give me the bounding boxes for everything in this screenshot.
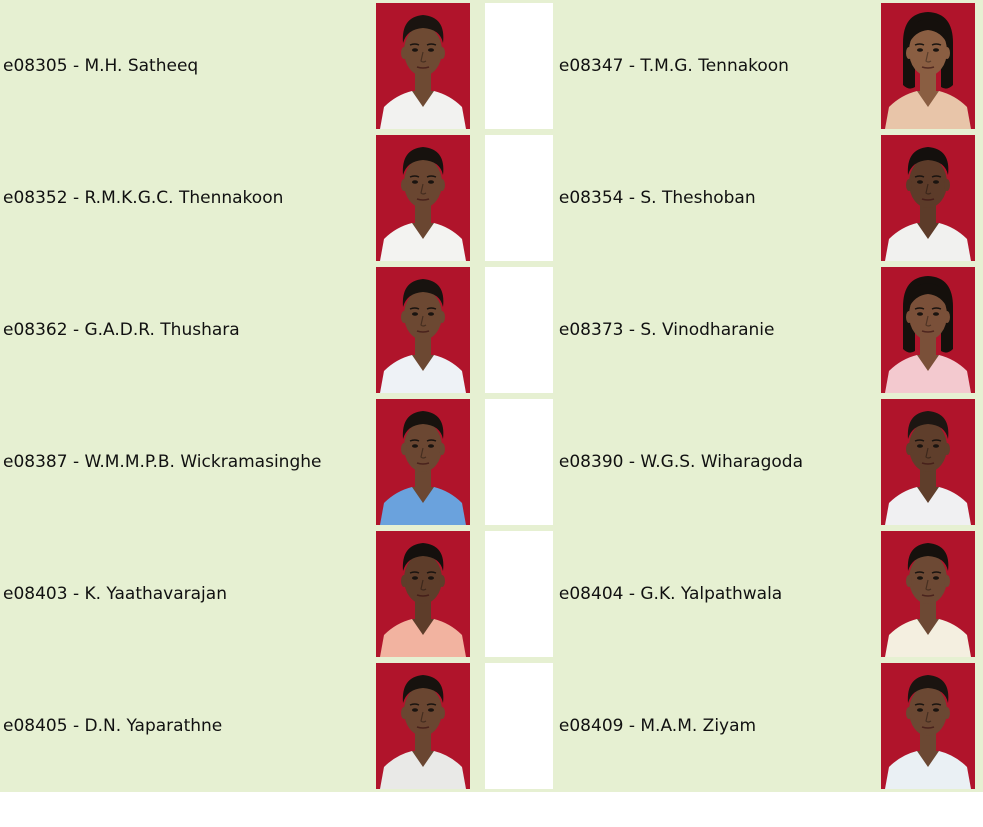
table-row: e08403 - K. Yaathavarajan e08404 - G.K. Y… bbox=[0, 528, 983, 660]
student-name: e08403 - K. Yaathavarajan bbox=[3, 584, 227, 604]
student-name: e08362 - G.A.D.R. Thushara bbox=[3, 320, 240, 340]
student-photo bbox=[375, 135, 470, 261]
spacer-cell bbox=[481, 132, 556, 264]
student-photo bbox=[881, 267, 976, 393]
student-name-cell: e08352 - R.M.K.G.C. Thennakoon bbox=[0, 132, 364, 264]
student-photo bbox=[881, 663, 976, 789]
student-photo-cell bbox=[363, 0, 482, 132]
student-name: e08354 - S. Theshoban bbox=[558, 188, 756, 208]
student-photo bbox=[881, 399, 976, 525]
student-photo bbox=[375, 531, 470, 657]
student-roster-table: e08305 - M.H. Satheeq e08347 - T.M.G. Ten… bbox=[0, 0, 983, 792]
student-name: e08373 - S. Vinodharanie bbox=[558, 320, 775, 340]
student-name: e08390 - W.G.S. Wiharagoda bbox=[558, 452, 803, 472]
student-photo bbox=[375, 399, 470, 525]
student-photo-cell bbox=[873, 0, 983, 132]
student-name-cell: e08405 - D.N. Yaparathne bbox=[0, 660, 364, 792]
student-photo bbox=[881, 531, 976, 657]
student-name-cell: e08362 - G.A.D.R. Thushara bbox=[0, 264, 364, 396]
student-name-cell: e08404 - G.K. Yalpathwala bbox=[555, 528, 874, 660]
roster-body: e08305 - M.H. Satheeq e08347 - T.M.G. Ten… bbox=[0, 0, 983, 792]
student-name-cell: e08305 - M.H. Satheeq bbox=[0, 0, 364, 132]
student-name-cell: e08390 - W.G.S. Wiharagoda bbox=[555, 396, 874, 528]
table-row: e08362 - G.A.D.R. Thushara e08373 - S. Vi… bbox=[0, 264, 983, 396]
student-name-cell: e08403 - K. Yaathavarajan bbox=[0, 528, 364, 660]
student-name-cell: e08409 - M.A.M. Ziyam bbox=[555, 660, 874, 792]
student-photo-cell bbox=[873, 264, 983, 396]
student-photo bbox=[375, 3, 470, 129]
student-name: e08387 - W.M.M.P.B. Wickramasinghe bbox=[3, 452, 322, 472]
spacer-cell bbox=[481, 264, 556, 396]
student-photo-cell bbox=[873, 528, 983, 660]
student-photo-cell bbox=[363, 132, 482, 264]
student-photo bbox=[375, 663, 470, 789]
student-name: e08305 - M.H. Satheeq bbox=[3, 56, 199, 76]
student-name: e08352 - R.M.K.G.C. Thennakoon bbox=[3, 188, 284, 208]
spacer-cell bbox=[481, 528, 556, 660]
student-photo-cell bbox=[873, 132, 983, 264]
spacer-cell bbox=[481, 396, 556, 528]
student-photo bbox=[881, 3, 976, 129]
table-row: e08387 - W.M.M.P.B. Wickramasinghe e08390… bbox=[0, 396, 983, 528]
student-name-cell: e08347 - T.M.G. Tennakoon bbox=[555, 0, 874, 132]
student-name: e08404 - G.K. Yalpathwala bbox=[558, 584, 783, 604]
student-photo bbox=[881, 135, 976, 261]
student-photo-cell bbox=[363, 396, 482, 528]
student-photo-cell bbox=[363, 660, 482, 792]
table-row: e08305 - M.H. Satheeq e08347 - T.M.G. Ten… bbox=[0, 0, 983, 132]
spacer-cell bbox=[481, 660, 556, 792]
student-name: e08409 - M.A.M. Ziyam bbox=[558, 716, 757, 736]
student-photo bbox=[375, 267, 470, 393]
student-name-cell: e08387 - W.M.M.P.B. Wickramasinghe bbox=[0, 396, 364, 528]
table-row: e08405 - D.N. Yaparathne e08409 - M.A.M. … bbox=[0, 660, 983, 792]
student-photo-cell bbox=[363, 528, 482, 660]
student-photo-cell bbox=[873, 396, 983, 528]
student-name-cell: e08373 - S. Vinodharanie bbox=[555, 264, 874, 396]
student-photo-cell bbox=[873, 660, 983, 792]
student-name-cell: e08354 - S. Theshoban bbox=[555, 132, 874, 264]
spacer-cell bbox=[481, 0, 556, 132]
student-name: e08347 - T.M.G. Tennakoon bbox=[558, 56, 789, 76]
student-name: e08405 - D.N. Yaparathne bbox=[3, 716, 223, 736]
student-photo-cell bbox=[363, 264, 482, 396]
table-row: e08352 - R.M.K.G.C. Thennakoon e08354 - S… bbox=[0, 132, 983, 264]
